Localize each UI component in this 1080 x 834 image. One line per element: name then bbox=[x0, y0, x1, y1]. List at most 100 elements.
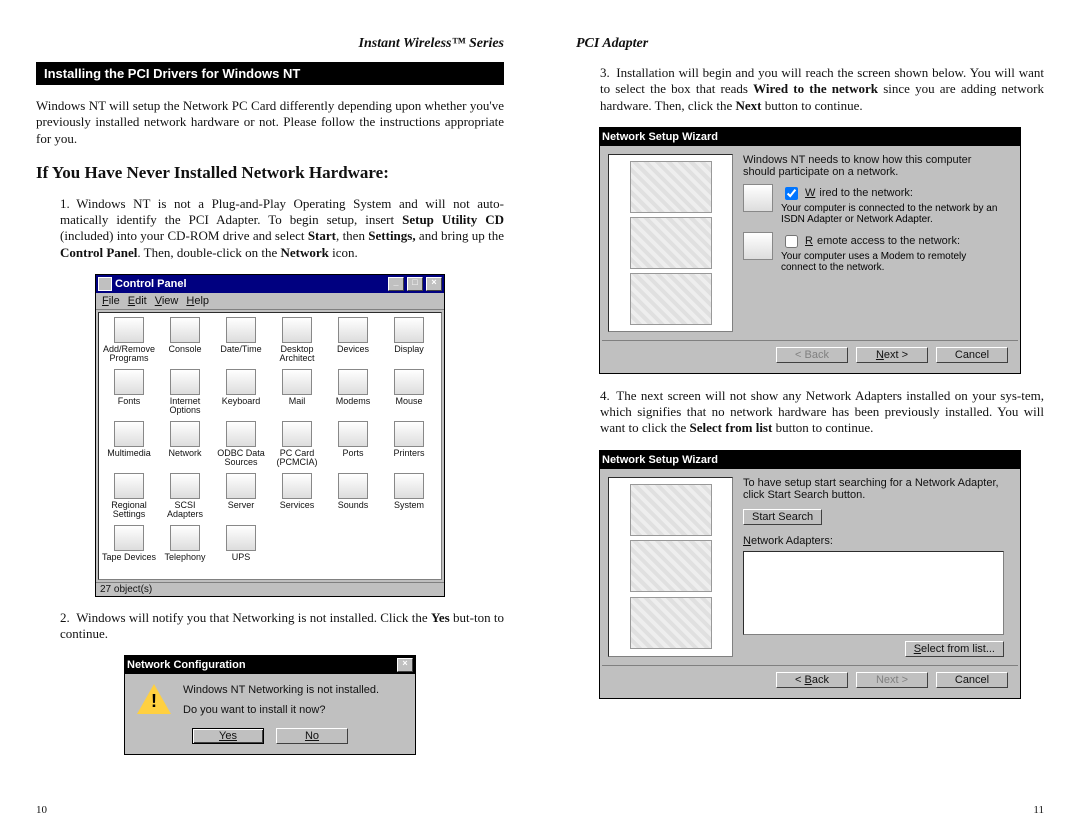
menu-edit[interactable]: Edit bbox=[128, 295, 147, 307]
cp-item[interactable]: ODBC Data Sources bbox=[213, 421, 269, 473]
menu-help[interactable]: Help bbox=[186, 295, 209, 307]
cp-label: SCSI Adapters bbox=[157, 501, 213, 519]
cp-item[interactable]: Server bbox=[213, 473, 269, 525]
cp-item[interactable]: Mouse bbox=[381, 369, 437, 421]
titlebar[interactable]: Control Panel _ □ × bbox=[96, 275, 444, 293]
cp-icon bbox=[394, 369, 424, 395]
cp-icon bbox=[114, 421, 144, 447]
server-icon bbox=[630, 161, 712, 213]
cp-item[interactable]: Mail bbox=[269, 369, 325, 421]
cp-item[interactable]: Network bbox=[157, 421, 213, 473]
wizard-body: To have setup start searching for a Netw… bbox=[600, 469, 1020, 665]
wizard-buttons: < Back Next > Cancel bbox=[602, 340, 1018, 373]
desktop-icon bbox=[630, 540, 712, 592]
cp-label: Devices bbox=[337, 345, 369, 354]
cp-item[interactable]: Telephony bbox=[157, 525, 213, 577]
menu-file[interactable]: File bbox=[102, 295, 120, 307]
titlebar[interactable]: Network Setup Wizard bbox=[600, 128, 1020, 146]
cp-label: Server bbox=[228, 501, 255, 510]
no-button[interactable]: No bbox=[276, 728, 348, 744]
cp-item[interactable]: Multimedia bbox=[101, 421, 157, 473]
cancel-button[interactable]: Cancel bbox=[936, 347, 1008, 363]
remote-checkbox-label[interactable]: Remote access to the network: bbox=[781, 232, 1004, 251]
cp-label: Fonts bbox=[118, 397, 141, 406]
cp-item[interactable]: Devices bbox=[325, 317, 381, 369]
wired-checkbox-label[interactable]: Wired to the network: bbox=[781, 184, 1004, 203]
cp-item[interactable]: Date/Time bbox=[213, 317, 269, 369]
cp-item[interactable]: Printers bbox=[381, 421, 437, 473]
step-1: 1. Windows NT is not a Plug-and-Play Ope… bbox=[36, 196, 504, 261]
cp-icon bbox=[170, 525, 200, 551]
remote-desc: Your computer uses a Modem to remotely c… bbox=[781, 251, 1004, 274]
cp-item[interactable]: Internet Options bbox=[157, 369, 213, 421]
cp-icon bbox=[170, 473, 200, 499]
cp-item[interactable]: Ports bbox=[325, 421, 381, 473]
cp-icon bbox=[338, 473, 368, 499]
cp-icon bbox=[282, 473, 312, 499]
cp-label: PC Card (PCMCIA) bbox=[269, 449, 325, 467]
cp-label: Telephony bbox=[164, 553, 205, 562]
cp-label: Modems bbox=[336, 397, 371, 406]
dialog-buttons: Yes No bbox=[125, 726, 415, 754]
start-search-button[interactable]: Start Search bbox=[743, 509, 822, 525]
cp-icon bbox=[338, 421, 368, 447]
close-button[interactable]: × bbox=[397, 658, 413, 672]
cp-item[interactable]: SCSI Adapters bbox=[157, 473, 213, 525]
cp-item[interactable]: UPS bbox=[213, 525, 269, 577]
modem-icon bbox=[743, 232, 773, 260]
next-button: Next > bbox=[856, 672, 928, 688]
cp-item[interactable]: Desktop Architect bbox=[269, 317, 325, 369]
cp-label: Internet Options bbox=[157, 397, 213, 415]
window-title: Control Panel bbox=[115, 278, 385, 290]
cp-label: ODBC Data Sources bbox=[213, 449, 269, 467]
network-setup-wizard-1: Network Setup Wizard Windows NT needs to… bbox=[599, 127, 1021, 374]
minimize-button[interactable]: _ bbox=[388, 277, 404, 291]
cp-label: Ports bbox=[342, 449, 363, 458]
cp-label: Services bbox=[280, 501, 315, 510]
wizard-intro: To have setup start searching for a Netw… bbox=[743, 477, 1004, 501]
option-remote: Remote access to the network: Your compu… bbox=[743, 232, 1004, 274]
cp-icon bbox=[226, 525, 256, 551]
yes-button[interactable]: Yes bbox=[192, 728, 264, 744]
back-button[interactable]: < Back bbox=[776, 672, 848, 688]
cp-item[interactable]: Fonts bbox=[101, 369, 157, 421]
wizard-intro: Windows NT needs to know how this comput… bbox=[743, 154, 1004, 178]
remote-checkbox[interactable] bbox=[785, 235, 798, 248]
cp-item[interactable]: Modems bbox=[325, 369, 381, 421]
subheading: If You Have Never Installed Network Hard… bbox=[36, 163, 504, 183]
cp-label: Mail bbox=[289, 397, 306, 406]
wired-checkbox[interactable] bbox=[785, 187, 798, 200]
cp-item[interactable]: Keyboard bbox=[213, 369, 269, 421]
cp-item[interactable]: Display bbox=[381, 317, 437, 369]
cp-item[interactable]: Services bbox=[269, 473, 325, 525]
cp-item[interactable]: PC Card (PCMCIA) bbox=[269, 421, 325, 473]
cp-icon bbox=[338, 369, 368, 395]
close-button[interactable]: × bbox=[426, 277, 442, 291]
titlebar[interactable]: Network Setup Wizard bbox=[600, 451, 1020, 469]
cp-icon bbox=[282, 369, 312, 395]
titlebar[interactable]: Network Configuration × bbox=[125, 656, 415, 674]
page-left: Instant Wireless™ Series Installing the … bbox=[0, 0, 540, 834]
adapters-listbox[interactable] bbox=[743, 551, 1004, 635]
cp-item[interactable]: Tape Devices bbox=[101, 525, 157, 577]
menu-view[interactable]: View bbox=[155, 295, 179, 307]
dialog-title: Network Configuration bbox=[127, 659, 394, 671]
step-2: 2. Windows will notify you that Networki… bbox=[36, 610, 504, 643]
cp-item[interactable]: Console bbox=[157, 317, 213, 369]
cp-item[interactable]: System bbox=[381, 473, 437, 525]
page-number: 11 bbox=[1033, 804, 1044, 816]
cp-item[interactable]: Regional Settings bbox=[101, 473, 157, 525]
next-button[interactable]: Next > bbox=[856, 347, 928, 363]
cp-icon bbox=[114, 525, 144, 551]
wizard-art bbox=[608, 154, 733, 332]
maximize-button[interactable]: □ bbox=[407, 277, 423, 291]
cp-item[interactable]: Add/Remove Programs bbox=[101, 317, 157, 369]
cp-label: Display bbox=[394, 345, 424, 354]
cancel-button[interactable]: Cancel bbox=[936, 672, 1008, 688]
cp-item[interactable]: Sounds bbox=[325, 473, 381, 525]
cp-icon bbox=[394, 473, 424, 499]
network-setup-wizard-2: Network Setup Wizard To have setup start… bbox=[599, 450, 1021, 699]
select-from-list-button[interactable]: Select from list... bbox=[905, 641, 1004, 657]
wired-desc: Your computer is connected to the networ… bbox=[781, 203, 1004, 226]
cp-icon bbox=[282, 317, 312, 343]
